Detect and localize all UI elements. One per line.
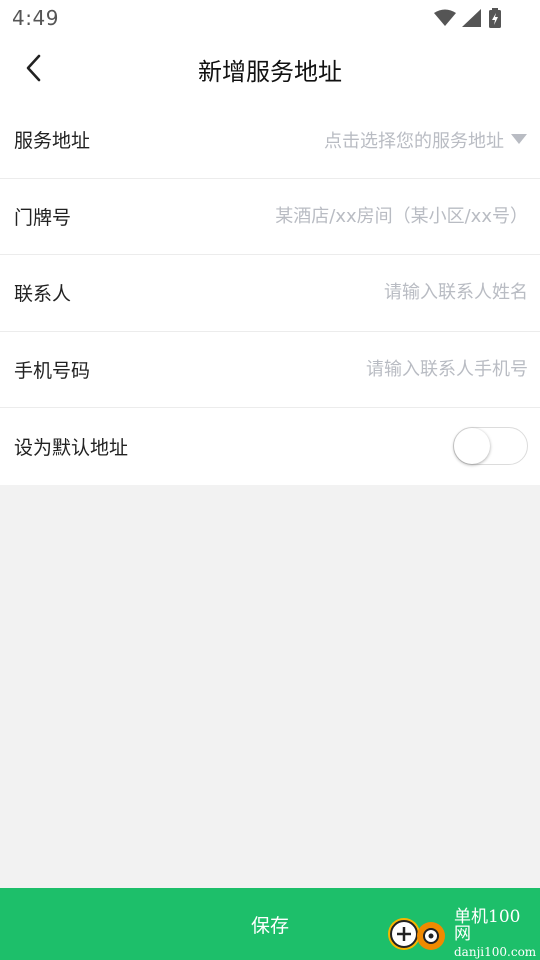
contact-name-input[interactable] — [208, 282, 528, 304]
navigation-bar: 新增服务地址 — [0, 36, 540, 102]
page-title: 新增服务地址 — [198, 58, 342, 86]
phone-input[interactable] — [208, 358, 528, 380]
save-label: 保存 — [250, 914, 289, 937]
wifi-icon — [434, 9, 456, 31]
default-address-row: 设为默认地址 — [0, 408, 540, 485]
caret-down-icon — [510, 130, 528, 149]
toggle-knob — [454, 428, 490, 465]
door-number-input[interactable] — [208, 205, 528, 227]
default-address-label: 设为默认地址 — [14, 436, 129, 459]
watermark-domain: danji100.com — [454, 944, 537, 959]
default-address-toggle[interactable] — [453, 427, 528, 466]
watermark-brand: 单机100网 — [454, 906, 521, 944]
service-address-placeholder: 点击选择您的服务地址 — [324, 130, 504, 152]
address-form: 服务地址 点击选择您的服务地址 门牌号 联系人 手机号码 设为默认地址 — [0, 102, 540, 485]
service-address-row[interactable]: 服务地址 点击选择您的服务地址 — [0, 102, 540, 179]
service-address-label: 服务地址 — [14, 130, 91, 153]
contact-name-row: 联系人 — [0, 255, 540, 332]
contact-name-label: 联系人 — [14, 283, 72, 306]
service-address-select[interactable]: 点击选择您的服务地址 — [324, 127, 528, 153]
door-number-row: 门牌号 — [0, 179, 540, 255]
phone-label: 手机号码 — [14, 359, 91, 382]
watermark-logo-icon — [384, 912, 452, 954]
status-icons — [434, 8, 502, 32]
status-bar: 4:49 — [0, 0, 540, 36]
signal-icon — [462, 9, 482, 31]
watermark: 单机100网 danji100.com — [384, 906, 537, 959]
phone-row: 手机号码 — [0, 332, 540, 408]
battery-charging-icon — [488, 8, 502, 32]
status-time: 4:49 — [12, 6, 59, 30]
watermark-text: 单机100网 danji100.com — [454, 906, 537, 959]
door-number-label: 门牌号 — [14, 206, 72, 229]
